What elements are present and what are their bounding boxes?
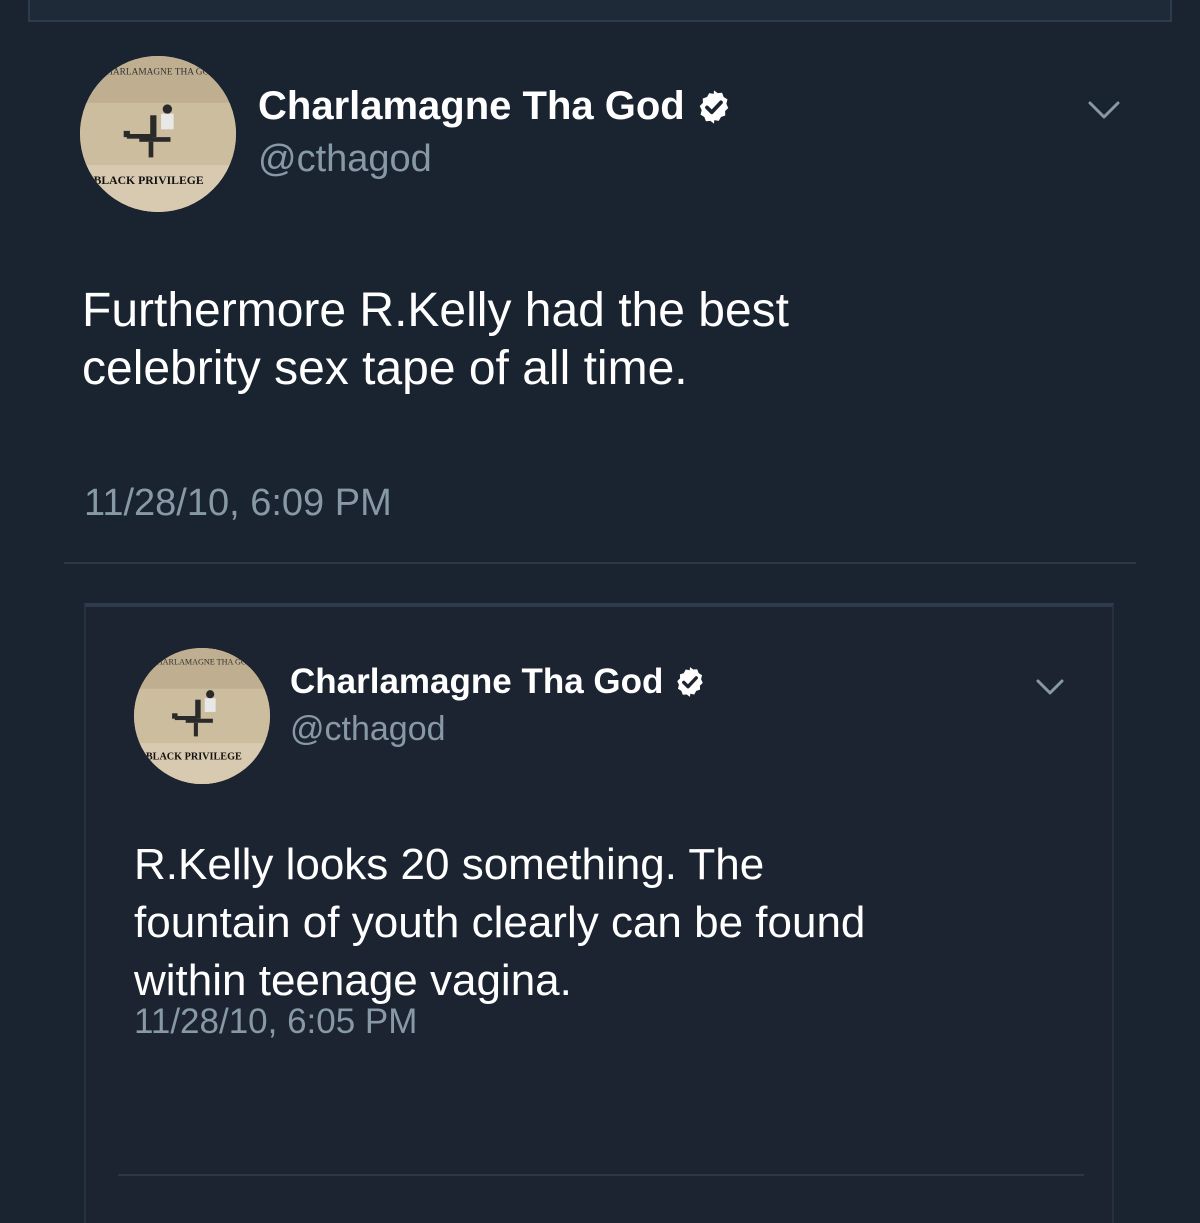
tweet-divider [64, 562, 1136, 564]
display-name[interactable]: Charlamagne Tha God [290, 662, 707, 702]
handle[interactable]: @cthagod [258, 138, 432, 181]
book-cover-image: CHARLAMAGNE THA GOD BLACK PRIVILEGE [134, 648, 270, 784]
display-name-text[interactable]: Charlamagne Tha God [290, 662, 663, 702]
handle[interactable]: @cthagod [290, 710, 446, 749]
verified-badge-icon [677, 667, 704, 697]
tweet-2[interactable]: CHARLAMAGNE THA GOD BLACK PRIVILEGE Char… [0, 600, 1200, 1200]
avatar-title-text: BLACK PRIVILEGE [146, 752, 242, 763]
avatar-title-text: BLACK PRIVILEGE [94, 174, 204, 187]
chevron-down-icon[interactable] [1086, 98, 1122, 122]
avatar[interactable]: CHARLAMAGNE THA GOD BLACK PRIVILEGE [134, 648, 270, 784]
timestamp[interactable]: 11/28/10, 6:09 PM [84, 482, 392, 525]
timestamp[interactable]: 11/28/10, 6:05 PM [134, 1002, 417, 1042]
chevron-down-icon[interactable] [1034, 676, 1066, 698]
tweet-divider [118, 1174, 1084, 1176]
tweet-1[interactable]: CHARLAMAGNE THA GOD BLACK PRIVILEGE Char… [0, 0, 1200, 570]
verified-badge-icon [699, 89, 728, 124]
book-cover-image: CHARLAMAGNE THA GOD BLACK PRIVILEGE [80, 56, 236, 212]
tweet-text: Furthermore R.Kelly had the best celebri… [82, 284, 789, 395]
tweet-text: R.Kelly looks 20 something. The fountain… [134, 840, 866, 1005]
avatar[interactable]: CHARLAMAGNE THA GOD BLACK PRIVILEGE [80, 56, 236, 212]
avatar-label-text: CHARLAMAGNE THA GOD [100, 68, 216, 78]
display-name-text[interactable]: Charlamagne Tha God [258, 84, 685, 129]
avatar-label-text: CHARLAMAGNE THA GOD [151, 657, 252, 666]
display-name[interactable]: Charlamagne Tha God [258, 84, 733, 129]
